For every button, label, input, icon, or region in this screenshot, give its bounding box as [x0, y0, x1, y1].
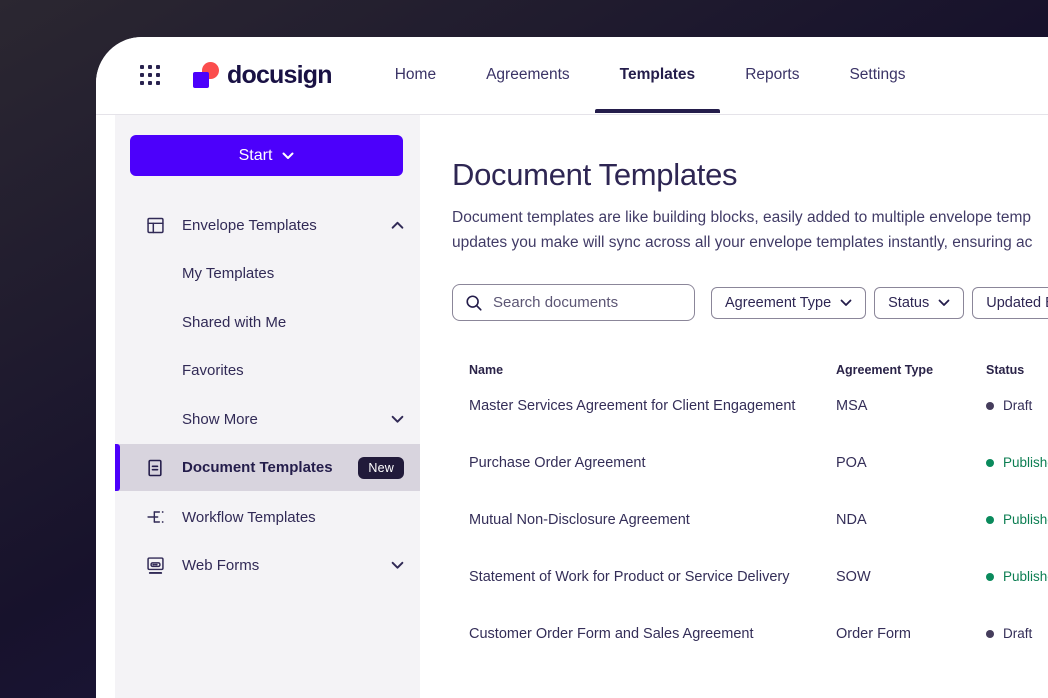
filter-toolbar: Agreement Type Status Updated By: [452, 284, 1048, 321]
search-icon: [465, 294, 483, 312]
column-header-status: Status: [986, 363, 1048, 377]
nav-agreements[interactable]: Agreements: [486, 38, 570, 113]
cell-status: Published: [986, 569, 1048, 584]
chevron-down-icon: [391, 561, 404, 570]
page-description: Document templates are like building blo…: [452, 206, 1048, 255]
cell-status: Draft: [986, 398, 1048, 413]
table-row[interactable]: Purchase Order Agreement POA Published: [452, 434, 1048, 491]
cell-agreement-type: POA: [836, 455, 986, 471]
status-label: Published: [1003, 569, 1048, 584]
table-row[interactable]: Master Services Agreement for Client Eng…: [452, 377, 1048, 434]
sidebar-item-label: Show More: [182, 411, 258, 428]
sidebar-item-label: Shared with Me: [182, 314, 286, 331]
chevron-down-icon: [282, 152, 294, 160]
table-header: Name Agreement Type Status: [452, 363, 1048, 377]
search-box[interactable]: [452, 284, 695, 321]
search-input[interactable]: [493, 294, 682, 311]
column-header-name: Name: [469, 363, 836, 377]
sidebar-item-envelope-templates[interactable]: Envelope Templates: [115, 201, 420, 249]
status-dot-icon: [986, 630, 994, 638]
app-switcher-icon[interactable]: [140, 65, 161, 86]
sidebar: Start Envelope Templates My Templates Sh…: [115, 115, 420, 698]
chevron-down-icon: [840, 299, 852, 307]
chevron-down-icon: [938, 299, 950, 307]
start-button[interactable]: Start: [130, 135, 403, 176]
cell-agreement-type: Order Form: [836, 626, 986, 642]
filter-status[interactable]: Status: [874, 287, 964, 319]
status-dot-icon: [986, 516, 994, 524]
filter-updated-by[interactable]: Updated By: [972, 287, 1048, 319]
top-navigation-bar: docusign Home Agreements Templates Repor…: [96, 37, 1048, 115]
status-label: Published: [1003, 512, 1048, 527]
table-row[interactable]: Statement of Work for Product or Service…: [452, 548, 1048, 605]
docusign-logo-icon: [193, 62, 220, 89]
workflow-icon: [145, 505, 167, 529]
document-icon: [145, 456, 167, 480]
status-label: Draft: [1003, 626, 1032, 641]
status-dot-icon: [986, 459, 994, 467]
status-label: Draft: [1003, 398, 1032, 413]
page-title: Document Templates: [452, 157, 1048, 193]
sidebar-item-shared-with-me[interactable]: Shared with Me: [115, 298, 420, 346]
main-nav: Home Agreements Templates Reports Settin…: [395, 38, 906, 113]
status-dot-icon: [986, 573, 994, 581]
cell-status: Published: [986, 512, 1048, 527]
sidebar-item-my-templates[interactable]: My Templates: [115, 249, 420, 297]
cell-name: Statement of Work for Product or Service…: [469, 569, 836, 585]
nav-home[interactable]: Home: [395, 38, 436, 113]
nav-reports[interactable]: Reports: [745, 38, 799, 113]
filter-label: Agreement Type: [725, 295, 831, 311]
sidebar-item-label: Favorites: [182, 362, 244, 379]
cell-status: Published: [986, 455, 1048, 470]
cell-agreement-type: MSA: [836, 398, 986, 414]
nav-templates[interactable]: Templates: [620, 38, 696, 113]
sidebar-item-label: Workflow Templates: [182, 509, 316, 526]
cell-name: Mutual Non-Disclosure Agreement: [469, 512, 836, 528]
nav-settings[interactable]: Settings: [849, 38, 905, 113]
sidebar-item-label: Envelope Templates: [182, 217, 317, 234]
layout-template-icon: [145, 213, 167, 237]
docusign-logo[interactable]: docusign: [193, 61, 332, 90]
chevron-up-icon[interactable]: [391, 221, 404, 230]
cell-name: Customer Order Form and Sales Agreement: [469, 626, 836, 642]
sidebar-item-label: Web Forms: [182, 557, 259, 574]
web-form-icon: [145, 553, 167, 577]
table-row[interactable]: Mutual Non-Disclosure Agreement NDA Publ…: [452, 491, 1048, 548]
new-badge: New: [358, 457, 404, 479]
sidebar-item-show-more[interactable]: Show More: [115, 395, 420, 443]
app-window: docusign Home Agreements Templates Repor…: [96, 37, 1048, 698]
page-description-line1: Document templates are like building blo…: [452, 206, 1048, 231]
docusign-wordmark: docusign: [227, 61, 332, 90]
templates-table: Name Agreement Type Status Master Servic…: [452, 363, 1048, 662]
cell-status: Draft: [986, 626, 1048, 641]
column-header-agreement-type: Agreement Type: [836, 363, 986, 377]
sidebar-item-web-forms[interactable]: Web Forms: [115, 541, 420, 589]
filter-agreement-type[interactable]: Agreement Type: [711, 287, 866, 319]
chevron-down-icon: [391, 415, 404, 424]
page-description-line2: updates you make will sync across all yo…: [452, 231, 1048, 256]
filter-label: Updated By: [986, 295, 1048, 311]
status-label: Published: [1003, 455, 1048, 470]
sidebar-item-favorites[interactable]: Favorites: [115, 346, 420, 394]
filter-label: Status: [888, 295, 929, 311]
table-row[interactable]: Customer Order Form and Sales Agreement …: [452, 605, 1048, 662]
sidebar-item-document-templates[interactable]: Document Templates New: [115, 444, 420, 491]
sidebar-item-label: Document Templates: [182, 459, 333, 476]
status-dot-icon: [986, 402, 994, 410]
sidebar-item-workflow-templates[interactable]: Workflow Templates: [115, 493, 420, 541]
cell-agreement-type: SOW: [836, 569, 986, 585]
main-content: Document Templates Document templates ar…: [420, 115, 1048, 698]
sidebar-item-label: My Templates: [182, 265, 274, 282]
cell-name: Purchase Order Agreement: [469, 455, 836, 471]
start-button-label: Start: [239, 147, 273, 165]
cell-agreement-type: NDA: [836, 512, 986, 528]
cell-name: Master Services Agreement for Client Eng…: [469, 398, 836, 414]
